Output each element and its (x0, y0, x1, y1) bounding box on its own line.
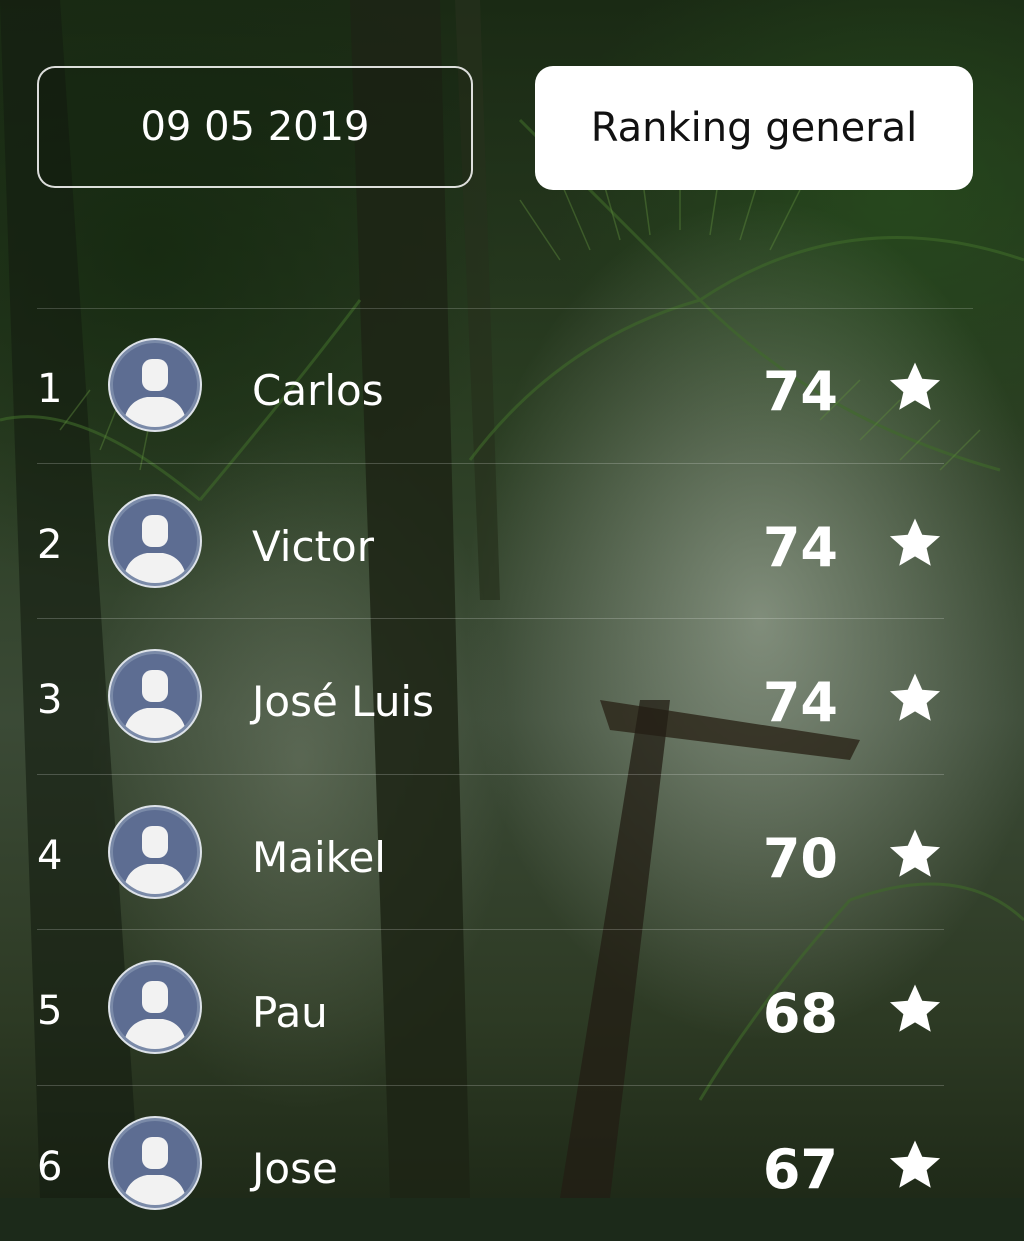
star-icon[interactable] (884, 512, 946, 574)
ranking-label: Ranking general (591, 105, 918, 151)
ranking-row[interactable]: 3 José Luis 74 (0, 619, 1024, 775)
player-name: Maikel (252, 833, 386, 882)
star-icon[interactable] (884, 978, 946, 1040)
general-ranking-button[interactable]: Ranking general (535, 66, 973, 190)
ranking-row[interactable]: 4 Maikel 70 (0, 775, 1024, 931)
player-name: Pau (252, 988, 328, 1037)
ranking-row[interactable]: 2 Victor 74 (0, 464, 1024, 620)
avatar[interactable] (108, 1116, 202, 1210)
player-score: 74 (763, 360, 838, 423)
star-icon[interactable] (884, 823, 946, 885)
header-bar: 09 05 2019 Ranking general (37, 66, 973, 190)
player-name: Victor (252, 522, 374, 571)
avatar[interactable] (108, 494, 202, 588)
player-name: Carlos (252, 366, 384, 415)
player-name: José Luis (252, 677, 434, 726)
ranking-row[interactable]: 1 Carlos 74 (0, 308, 1024, 464)
ranking-row[interactable]: 6 Jose 67 (0, 1086, 1024, 1241)
avatar[interactable] (108, 338, 202, 432)
rank-position: 6 (37, 1144, 77, 1190)
ranking-list: 1 Carlos 74 2 Victor (0, 308, 1024, 1241)
user-silhouette-icon (113, 1121, 197, 1205)
user-silhouette-icon (113, 343, 197, 427)
player-score: 68 (763, 982, 838, 1045)
user-silhouette-icon (113, 810, 197, 894)
star-icon[interactable] (884, 356, 946, 418)
player-name: Jose (252, 1144, 338, 1193)
player-score: 70 (763, 827, 838, 890)
avatar[interactable] (108, 960, 202, 1054)
star-icon[interactable] (884, 667, 946, 729)
user-silhouette-icon (113, 965, 197, 1049)
ranking-row[interactable]: 5 Pau 68 (0, 930, 1024, 1086)
rank-position: 2 (37, 522, 77, 568)
date-selector-button[interactable]: 09 05 2019 (37, 66, 473, 188)
avatar[interactable] (108, 805, 202, 899)
user-silhouette-icon (113, 499, 197, 583)
star-icon[interactable] (884, 1134, 946, 1196)
avatar[interactable] (108, 649, 202, 743)
date-label: 09 05 2019 (140, 104, 369, 150)
user-silhouette-icon (113, 654, 197, 738)
rank-position: 5 (37, 988, 77, 1034)
player-score: 74 (763, 671, 838, 734)
player-score: 74 (763, 516, 838, 579)
rank-position: 3 (37, 677, 77, 723)
rank-position: 4 (37, 833, 77, 879)
player-score: 67 (763, 1138, 838, 1201)
rank-position: 1 (37, 366, 77, 412)
